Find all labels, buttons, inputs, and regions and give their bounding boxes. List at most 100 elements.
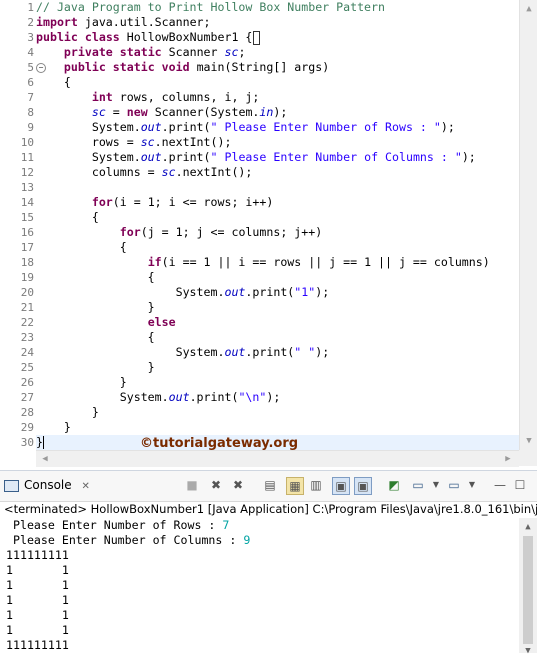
code-line[interactable]: else	[36, 315, 519, 330]
code-line[interactable]: {	[36, 240, 519, 255]
remove-all-icon[interactable]: ✖	[230, 477, 246, 493]
code-line[interactable]: System.out.print(" Please Enter Number o…	[36, 120, 519, 135]
text-caret	[42, 436, 44, 449]
terminate-icon[interactable]: ■	[184, 477, 200, 493]
maximize-icon[interactable]: ☐	[512, 477, 528, 493]
code-token: =	[105, 105, 127, 119]
code-token: }	[36, 360, 155, 374]
open-console-icon[interactable]: ▭	[410, 477, 426, 493]
code-line[interactable]: }	[36, 375, 519, 390]
line-number: 28	[20, 406, 34, 419]
output-text: Please Enter Number of Columns :	[6, 533, 244, 547]
code-token: System.	[36, 390, 169, 404]
code-token: );	[461, 150, 476, 164]
code-line[interactable]: sc = new Scanner(System.in);	[36, 105, 519, 120]
code-line[interactable]: // Java Program to Print Hollow Box Numb…	[36, 0, 519, 15]
console-vertical-scrollbar[interactable]: ▲ ▼	[519, 518, 537, 656]
code-token: System.	[36, 120, 141, 134]
console-tab-label: Console	[24, 478, 72, 492]
code-line[interactable]: }	[36, 420, 519, 435]
code-token: "1"	[294, 285, 316, 299]
display-selected-console-icon[interactable]: ◩	[386, 477, 402, 493]
code-line[interactable]: int rows, columns, i, j;	[36, 90, 519, 105]
editor-horizontal-scrollbar[interactable]: ◀ ▶	[36, 450, 519, 467]
scroll-up-icon[interactable]: ▲	[519, 520, 537, 534]
output-text: 1 1	[6, 563, 69, 577]
scroll-lock-icon[interactable]: ▤	[262, 477, 278, 493]
tab-console[interactable]: Console ✕	[4, 478, 90, 492]
code-token: rows, columns, i, j;	[112, 90, 260, 104]
code-line[interactable]: public static void main(String[] args)	[36, 60, 519, 75]
console-output-line: Please Enter Number of Columns : 9	[0, 533, 519, 548]
code-line[interactable]: System.out.print(" ");	[36, 345, 519, 360]
scroll-down-icon[interactable]: ▼	[520, 434, 537, 448]
console-output[interactable]: Please Enter Number of Rows : 7 Please E…	[0, 518, 519, 653]
output-text: Please Enter Number of Rows :	[6, 518, 223, 532]
code-line[interactable]: System.out.print("1");	[36, 285, 519, 300]
output-text: 1 1	[6, 608, 69, 622]
code-line[interactable]: }	[36, 360, 519, 375]
output-text: 1 1	[6, 593, 69, 607]
code-text-area[interactable]: // Java Program to Print Hollow Box Numb…	[36, 0, 519, 450]
show-on-error-icon[interactable]: ▣	[332, 477, 350, 495]
code-token: System.	[36, 150, 141, 164]
word-wrap-icon[interactable]: ▦	[286, 477, 304, 495]
code-token: .print(	[245, 345, 295, 359]
new-console-icon[interactable]: ▭	[446, 477, 462, 493]
code-token: );	[315, 345, 330, 359]
code-line[interactable]: if(i == 1 || i == rows || j == 1 || j ==…	[36, 255, 519, 270]
scroll-up-icon[interactable]: ▲	[520, 2, 537, 16]
code-line[interactable]: for(j = 1; j <= columns; j++)	[36, 225, 519, 240]
code-line[interactable]	[36, 180, 519, 195]
code-line[interactable]: for(i = 1; i <= rows; i++)	[36, 195, 519, 210]
code-line[interactable]: rows = sc.nextInt();	[36, 135, 519, 150]
scrollbar-thumb[interactable]	[523, 536, 533, 644]
code-line[interactable]: private static Scanner sc;	[36, 45, 519, 60]
code-line[interactable]: public class HollowBoxNumber1 {	[36, 30, 519, 45]
close-icon[interactable]: ✕	[81, 481, 89, 492]
code-token: .print(	[161, 120, 211, 134]
code-token: (i == 1 || i == rows || j == 1 || j == c…	[161, 255, 490, 269]
scroll-down-icon[interactable]: ▼	[519, 644, 537, 658]
code-token: .print(	[245, 285, 295, 299]
code-token: public	[63, 60, 106, 74]
line-number: 20	[20, 286, 34, 299]
code-line[interactable]: {	[36, 75, 519, 90]
console-status-label: <terminated> HollowBoxNumber1 [Java Appl…	[4, 502, 537, 516]
code-line[interactable]: System.out.print("\n");	[36, 390, 519, 405]
remove-launch-icon[interactable]: ✖	[208, 477, 224, 493]
line-number: 22	[20, 316, 34, 329]
chevron-down-icon[interactable]: ▼	[428, 477, 444, 493]
editor-vertical-scrollbar[interactable]: ▲ ▼	[519, 0, 537, 450]
console-view-header: Console ✕ ■ ✖ ✖ ▤ ▦ ▥ ▣ ▣ ◩ ▭ ▼ ▭ ▼ — ☐	[0, 470, 537, 502]
code-line[interactable]: columns = sc.nextInt();	[36, 165, 519, 180]
watermark: ©tutorialgateway.org	[140, 436, 299, 451]
scroll-left-icon[interactable]: ◀	[38, 451, 52, 467]
code-token: " Please Enter Number of Rows : "	[210, 120, 441, 134]
chevron-down-icon[interactable]: ▼	[464, 477, 480, 493]
code-line[interactable]: import java.util.Scanner;	[36, 15, 519, 30]
line-number: 10	[20, 136, 34, 149]
code-token: "\n"	[238, 390, 267, 404]
code-line[interactable]: {	[36, 330, 519, 345]
code-token: class	[84, 30, 120, 44]
line-number: 16	[20, 226, 34, 239]
code-editor[interactable]: 1 2 3 4 5−6 7 8 9 10 11 12 13 14 15 16 17 18 19 20 21 22 23 24…	[0, 0, 537, 467]
code-line[interactable]: }	[36, 405, 519, 420]
code-line[interactable]: System.out.print(" Please Enter Number o…	[36, 150, 519, 165]
line-number: 8	[27, 106, 34, 119]
show-on-output-icon[interactable]: ▥	[308, 477, 324, 493]
scroll-right-icon[interactable]: ▶	[501, 451, 515, 467]
code-token: );	[266, 390, 281, 404]
pin-console-icon[interactable]: ▣	[354, 477, 372, 495]
code-line[interactable]: {	[36, 210, 519, 225]
minimize-icon[interactable]: —	[492, 477, 508, 493]
code-line[interactable]: {	[36, 270, 519, 285]
output-text: 111111111	[6, 548, 69, 562]
code-token: public	[36, 30, 78, 44]
code-line[interactable]: }	[36, 300, 519, 315]
line-number: 1	[27, 1, 34, 14]
